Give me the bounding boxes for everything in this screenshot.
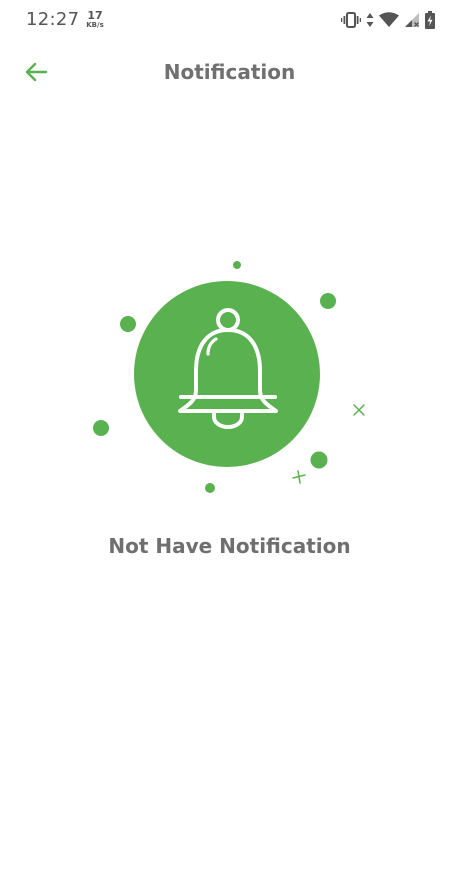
sparkle-icon: [353, 404, 365, 416]
status-icons: [341, 10, 435, 30]
status-time: 12:27: [26, 9, 80, 30]
page-title: Notification: [163, 60, 296, 84]
network-speed-unit: KB/s: [86, 21, 104, 29]
bell-illustration: [93, 261, 365, 493]
network-speed: 17 KB/s: [84, 10, 106, 29]
vibrate-icon: [341, 12, 361, 28]
wifi-icon: [379, 12, 399, 28]
data-arrows-icon: [366, 12, 374, 28]
network-speed-value: 17: [87, 9, 103, 22]
app-bar: Notification: [0, 50, 459, 98]
status-bar: 12:27 17 KB/s: [0, 0, 459, 40]
decor-dot: [233, 261, 241, 269]
decor-dot: [205, 483, 215, 493]
empty-state-illustration: [80, 250, 380, 510]
decor-dot: [320, 293, 336, 309]
empty-state-message: Not Have Notification: [108, 534, 351, 558]
decor-dot: [310, 451, 328, 469]
signal-icon: [404, 12, 420, 28]
decor-dot: [120, 316, 136, 332]
sparkle-icon: [292, 470, 306, 484]
decor-dot: [93, 420, 109, 436]
battery-charging-icon: [425, 11, 435, 29]
